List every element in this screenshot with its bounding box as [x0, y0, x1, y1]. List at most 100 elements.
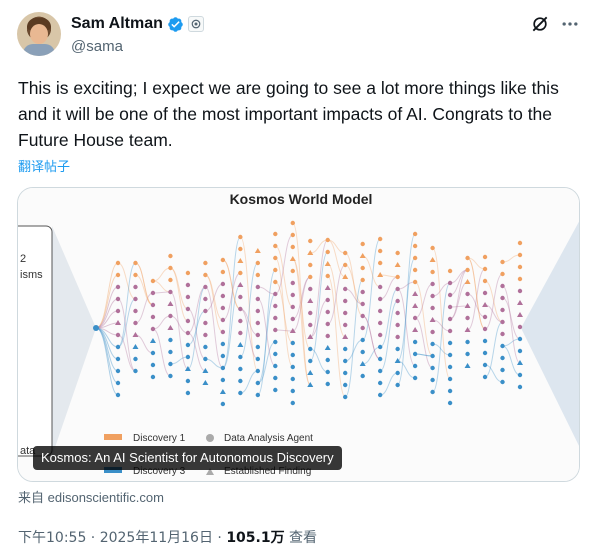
- network-node: [290, 340, 295, 346]
- translate-link[interactable]: 翻译帖子: [18, 156, 70, 175]
- network-node: [273, 327, 278, 333]
- network-node: [343, 262, 348, 268]
- media-card[interactable]: 2 isms ata Kosmos World Model Discovery …: [17, 187, 580, 482]
- network-node: [360, 241, 365, 247]
- network-node: [203, 296, 208, 302]
- author-name[interactable]: Sam Altman: [71, 15, 163, 33]
- network-node: [185, 270, 191, 276]
- network-node: [203, 320, 208, 326]
- network-node: [343, 382, 348, 388]
- network-node: [447, 280, 453, 286]
- network-node: [290, 388, 295, 394]
- network-node: [482, 362, 488, 368]
- network-node: [430, 365, 435, 371]
- network-node: [115, 392, 121, 398]
- grok-icon[interactable]: [530, 14, 550, 34]
- legend-discovery1: Discovery 1: [133, 433, 186, 444]
- avatar[interactable]: [17, 12, 61, 56]
- network-node: [273, 315, 278, 321]
- network-node: [412, 375, 418, 381]
- legend-agent: Data Analysis Agent: [224, 433, 313, 444]
- network-node: [115, 380, 121, 386]
- network-node: [273, 303, 278, 309]
- network-node: [517, 384, 523, 390]
- network-node: [150, 314, 156, 320]
- network-node: [308, 310, 313, 316]
- network-node: [290, 220, 295, 226]
- network-node: [482, 266, 488, 272]
- tweet-timestamp[interactable]: 下午10:55 · 2025年11月16日 ·: [18, 530, 226, 546]
- legend-discovery1-swatch: [104, 434, 122, 440]
- network-node: [168, 289, 173, 295]
- left-panel-text-mid: isms: [20, 269, 43, 281]
- avatar-shirt: [23, 44, 55, 56]
- network-node: [447, 328, 453, 334]
- network-node: [115, 296, 121, 302]
- network-node: [273, 351, 278, 357]
- network-node: [220, 293, 226, 299]
- network-node: [447, 292, 453, 298]
- network-node: [290, 244, 295, 250]
- network-node: [343, 346, 348, 352]
- network-node: [377, 260, 383, 266]
- network-node: [150, 350, 156, 356]
- network-node: [273, 387, 278, 393]
- network-node: [517, 324, 523, 330]
- network-node: [273, 255, 278, 261]
- network-node: [290, 232, 295, 238]
- network-node: [360, 349, 365, 355]
- network-node: [168, 361, 173, 367]
- network-node: [412, 243, 418, 249]
- network-node: [168, 253, 173, 259]
- network-node: [238, 294, 243, 300]
- network-node: [185, 342, 191, 348]
- network-node: [517, 276, 523, 282]
- network-node: [447, 340, 453, 346]
- network-node: [238, 234, 243, 240]
- network-node: [185, 282, 191, 288]
- network-node: [325, 357, 330, 363]
- network-node: [343, 358, 348, 364]
- verified-badge-icon[interactable]: [167, 16, 184, 33]
- card-source-link[interactable]: 来自 edisonscientific.com: [18, 487, 164, 506]
- network-node: [168, 277, 173, 283]
- network-node: [185, 330, 191, 336]
- network-node: [482, 374, 488, 380]
- network-node: [447, 364, 453, 370]
- network-node: [150, 374, 156, 380]
- left-panel-text-top: 2: [20, 253, 26, 265]
- network-node: [133, 284, 138, 290]
- network-node: [517, 288, 523, 294]
- network-node: [482, 254, 488, 260]
- network-node: [185, 378, 191, 384]
- network-node: [115, 332, 121, 338]
- author-handle[interactable]: @sama: [71, 38, 123, 55]
- network-node: [343, 322, 348, 328]
- openai-affiliation-icon[interactable]: [187, 16, 204, 32]
- network-node: [255, 356, 261, 362]
- network-node: [273, 291, 278, 297]
- network-node: [290, 304, 295, 310]
- network-node: [500, 319, 505, 325]
- avatar-face: [30, 24, 48, 44]
- network-node: [412, 231, 418, 237]
- network-node: [447, 352, 453, 358]
- network-node: [255, 380, 261, 386]
- network-node: [500, 259, 505, 265]
- network-node: [430, 245, 435, 251]
- network-node: [168, 349, 173, 355]
- network-node: [185, 294, 191, 300]
- network-node: [273, 339, 278, 345]
- network-node: [412, 339, 418, 345]
- more-options-icon[interactable]: [560, 14, 580, 34]
- network-node: [395, 250, 400, 256]
- network-node: [255, 308, 261, 314]
- network-node: [500, 283, 505, 289]
- network-node: [325, 297, 330, 303]
- network-node: [412, 267, 418, 273]
- legend-agent-marker: [206, 434, 214, 442]
- network-node: [255, 344, 261, 350]
- network-node: [500, 355, 505, 361]
- network-node: [290, 364, 295, 370]
- network-node: [343, 298, 348, 304]
